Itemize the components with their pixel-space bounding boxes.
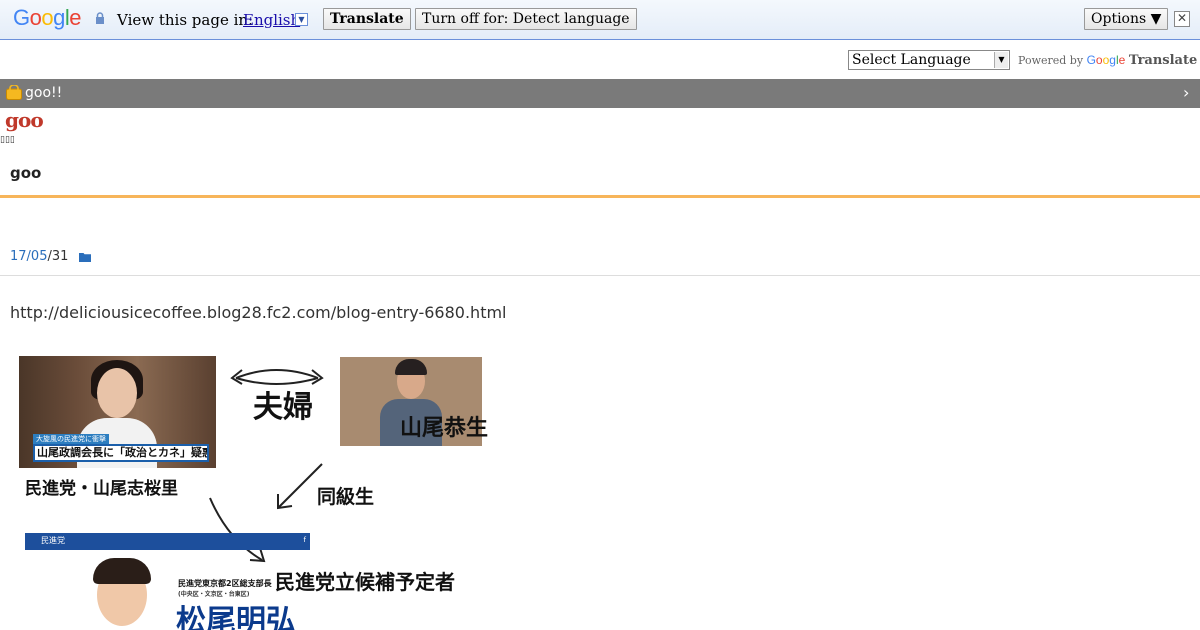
photo-matsuo bbox=[85, 558, 165, 630]
options-button[interactable]: Options ▼ bbox=[1084, 8, 1169, 30]
google-mini-logo: Google bbox=[1087, 53, 1126, 67]
blog-bar-label[interactable]: goo!! bbox=[25, 85, 62, 101]
goo-logo[interactable]: goo bbox=[5, 108, 44, 132]
google-logo-letter: o bbox=[29, 5, 42, 30]
source-url-text: http://deliciousicecoffee.blog28.fc2.com… bbox=[10, 303, 507, 322]
google-logo-letter: e bbox=[69, 5, 82, 30]
turn-off-button[interactable]: Turn off for: Detect language bbox=[415, 8, 637, 30]
google-translate-bar: Google View this page in: English ▼ Tran… bbox=[0, 0, 1200, 40]
google-logo: Google bbox=[13, 5, 82, 31]
post-date-day: /31 bbox=[47, 249, 69, 264]
powered-by-label: Powered by bbox=[1018, 54, 1084, 67]
missing-glyph-text: ▯▯▯ bbox=[0, 135, 15, 145]
post-date-link[interactable]: 17/05 bbox=[10, 249, 47, 264]
language-dropdown-arrow-icon[interactable]: ▼ bbox=[295, 13, 308, 26]
close-icon[interactable]: ✕ bbox=[1174, 11, 1190, 27]
party-banner: 民進党 f bbox=[25, 533, 310, 550]
google-logo-letter: G bbox=[13, 5, 30, 30]
header-divider bbox=[0, 195, 1200, 198]
site-title[interactable]: goo bbox=[10, 164, 41, 182]
label-branch-title: 民進党東京都2区総支部長 bbox=[178, 579, 272, 588]
language-select-value: Select Language bbox=[852, 52, 971, 68]
label-fufu: 夫婦 bbox=[253, 390, 313, 425]
google-mini-letter: g bbox=[1109, 53, 1116, 67]
label-candidate: 民進党立候補予定者 bbox=[275, 570, 455, 594]
google-logo-letter: o bbox=[41, 5, 54, 30]
article-image-collage: 大旋風の民進党に衝撃 山尾政調会長に「政治とカネ」疑惑報道 夫婦 山尾恭生 民進… bbox=[10, 340, 505, 630]
google-mini-letter: e bbox=[1118, 53, 1126, 67]
blog-top-bar: goo!! › bbox=[0, 79, 1200, 108]
powered-by-google-translate[interactable]: Powered by Google Translate bbox=[1018, 53, 1197, 68]
language-select-row: Select Language ▼ Powered by Google Tran… bbox=[0, 49, 1200, 71]
folder-icon[interactable] bbox=[79, 252, 91, 262]
chevron-right-icon[interactable]: › bbox=[1183, 83, 1189, 102]
lock-icon bbox=[96, 12, 104, 24]
google-logo-letter: g bbox=[53, 5, 65, 30]
translate-button[interactable]: Translate bbox=[323, 8, 411, 30]
view-page-in-label: View this page in: bbox=[117, 11, 254, 29]
google-mini-letter: G bbox=[1086, 53, 1096, 67]
language-link[interactable]: English bbox=[243, 11, 300, 29]
label-minshin-yamao: 民進党・山尾志桜里 bbox=[25, 479, 178, 499]
language-select[interactable]: Select Language ▼ bbox=[848, 50, 1010, 70]
label-doukyuusei: 同級生 bbox=[317, 486, 375, 508]
post-meta-divider bbox=[0, 275, 1200, 276]
facebook-icon: f bbox=[303, 536, 306, 544]
banner-label: 民進党 bbox=[41, 536, 65, 545]
label-yamao-takao: 山尾恭生 bbox=[400, 416, 489, 441]
google-mini-letter: o bbox=[1095, 53, 1103, 67]
label-candidate-name: 松尾明弘 bbox=[176, 604, 296, 630]
translate-word: Translate bbox=[1128, 53, 1198, 68]
chevron-down-icon: ▼ bbox=[994, 52, 1008, 68]
shopping-bag-icon bbox=[6, 85, 22, 100]
photo-hair bbox=[93, 558, 151, 584]
post-date: 17/05/31 bbox=[10, 249, 68, 264]
